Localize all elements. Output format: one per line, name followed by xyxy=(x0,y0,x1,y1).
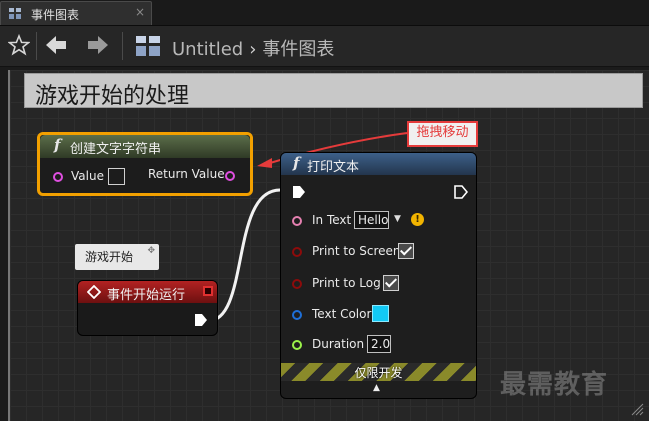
toolbar-divider xyxy=(36,32,37,60)
bool-pin-icon[interactable] xyxy=(292,247,302,257)
event-diamond-icon xyxy=(87,285,101,299)
duration-label: Duration xyxy=(312,337,365,351)
duration-field[interactable]: 2.0 xyxy=(367,335,391,353)
breadcrumb-root[interactable]: Untitled xyxy=(172,39,243,60)
bool-pin-icon[interactable] xyxy=(292,279,302,289)
breadcrumb-current[interactable]: 事件图表 xyxy=(262,39,334,60)
return-value-label: Return Value xyxy=(148,167,225,181)
close-icon[interactable]: × xyxy=(135,5,145,19)
development-only-banner: 仅限开发 xyxy=(281,363,476,381)
toolbar: Untitled › 事件图表 xyxy=(0,26,649,67)
annotation-arrowhead xyxy=(257,158,272,168)
blueprint-icon xyxy=(9,8,21,19)
function-icon: f xyxy=(54,136,61,154)
comment-bubble: 游戏开始 ✥ xyxy=(75,244,159,270)
node-title: 打印文本 xyxy=(307,160,360,175)
node-print-text[interactable]: f 打印文本 In Text Hello ▼ ! Print to Screen… xyxy=(280,152,477,399)
print-to-log-label: Print to Log xyxy=(312,276,381,290)
print-to-log-checkbox[interactable] xyxy=(383,275,399,291)
back-arrow-icon[interactable] xyxy=(44,34,68,56)
pin-icon: ✥ xyxy=(147,246,155,256)
dropdown-arrow-icon[interactable]: ▼ xyxy=(394,214,401,224)
expand-arrow-icon[interactable]: ▲ xyxy=(373,383,380,393)
resize-grip-icon[interactable] xyxy=(630,402,644,416)
value-pin-label: Value xyxy=(71,169,104,183)
toolbar-divider xyxy=(122,32,123,60)
string-pin-icon[interactable] xyxy=(225,171,235,181)
exec-in-pin-icon[interactable] xyxy=(292,185,306,199)
node-title: 创建文字字符串 xyxy=(70,142,162,157)
bubble-text: 游戏开始 xyxy=(85,250,134,264)
development-only-label: 仅限开发 xyxy=(354,366,403,380)
text-color-label: Text Color xyxy=(312,307,372,321)
value-checkbox[interactable] xyxy=(108,168,125,185)
struct-pin-icon[interactable] xyxy=(292,310,302,320)
string-pin-icon[interactable] xyxy=(53,172,63,182)
exec-out-pin-icon[interactable] xyxy=(194,313,208,327)
exec-wire xyxy=(207,188,281,323)
print-to-screen-label: Print to Screen xyxy=(312,244,401,258)
function-icon: f xyxy=(293,154,300,172)
star-icon[interactable] xyxy=(8,34,30,56)
text-color-swatch[interactable] xyxy=(372,305,389,322)
blueprint-graph-icon xyxy=(136,36,160,56)
node-title: 事件开始运行 xyxy=(107,288,186,303)
tab-event-graph[interactable]: 事件图表 × xyxy=(0,1,152,25)
tab-bar: 事件图表 × xyxy=(0,0,649,26)
in-text-field[interactable]: Hello xyxy=(354,211,389,229)
float-pin-icon[interactable] xyxy=(292,340,302,350)
in-text-label: In Text xyxy=(312,213,352,227)
tab-label: 事件图表 xyxy=(31,8,80,22)
delegate-pin-icon[interactable] xyxy=(203,286,213,296)
chevron-right-icon: › xyxy=(249,39,257,60)
node-create-string[interactable]: f 创建文字字符串 Value Return Value xyxy=(37,132,253,196)
text-pin-icon[interactable] xyxy=(292,216,302,226)
print-to-screen-checkbox[interactable] xyxy=(398,243,414,259)
breadcrumb: Untitled › 事件图表 xyxy=(172,35,334,61)
forward-arrow-icon[interactable] xyxy=(86,34,110,56)
node-event-begin-play[interactable]: 事件开始运行 xyxy=(77,280,218,336)
annotation-label: 拖拽移动 xyxy=(407,121,478,147)
graph-canvas[interactable]: 游戏开始的处理 f 创建文字字符串 Value Return Value 拖拽移… xyxy=(8,70,649,421)
watermark: 最需教育 xyxy=(500,370,609,400)
localization-warning-icon: ! xyxy=(411,213,424,226)
exec-out-pin-icon[interactable] xyxy=(454,185,468,199)
